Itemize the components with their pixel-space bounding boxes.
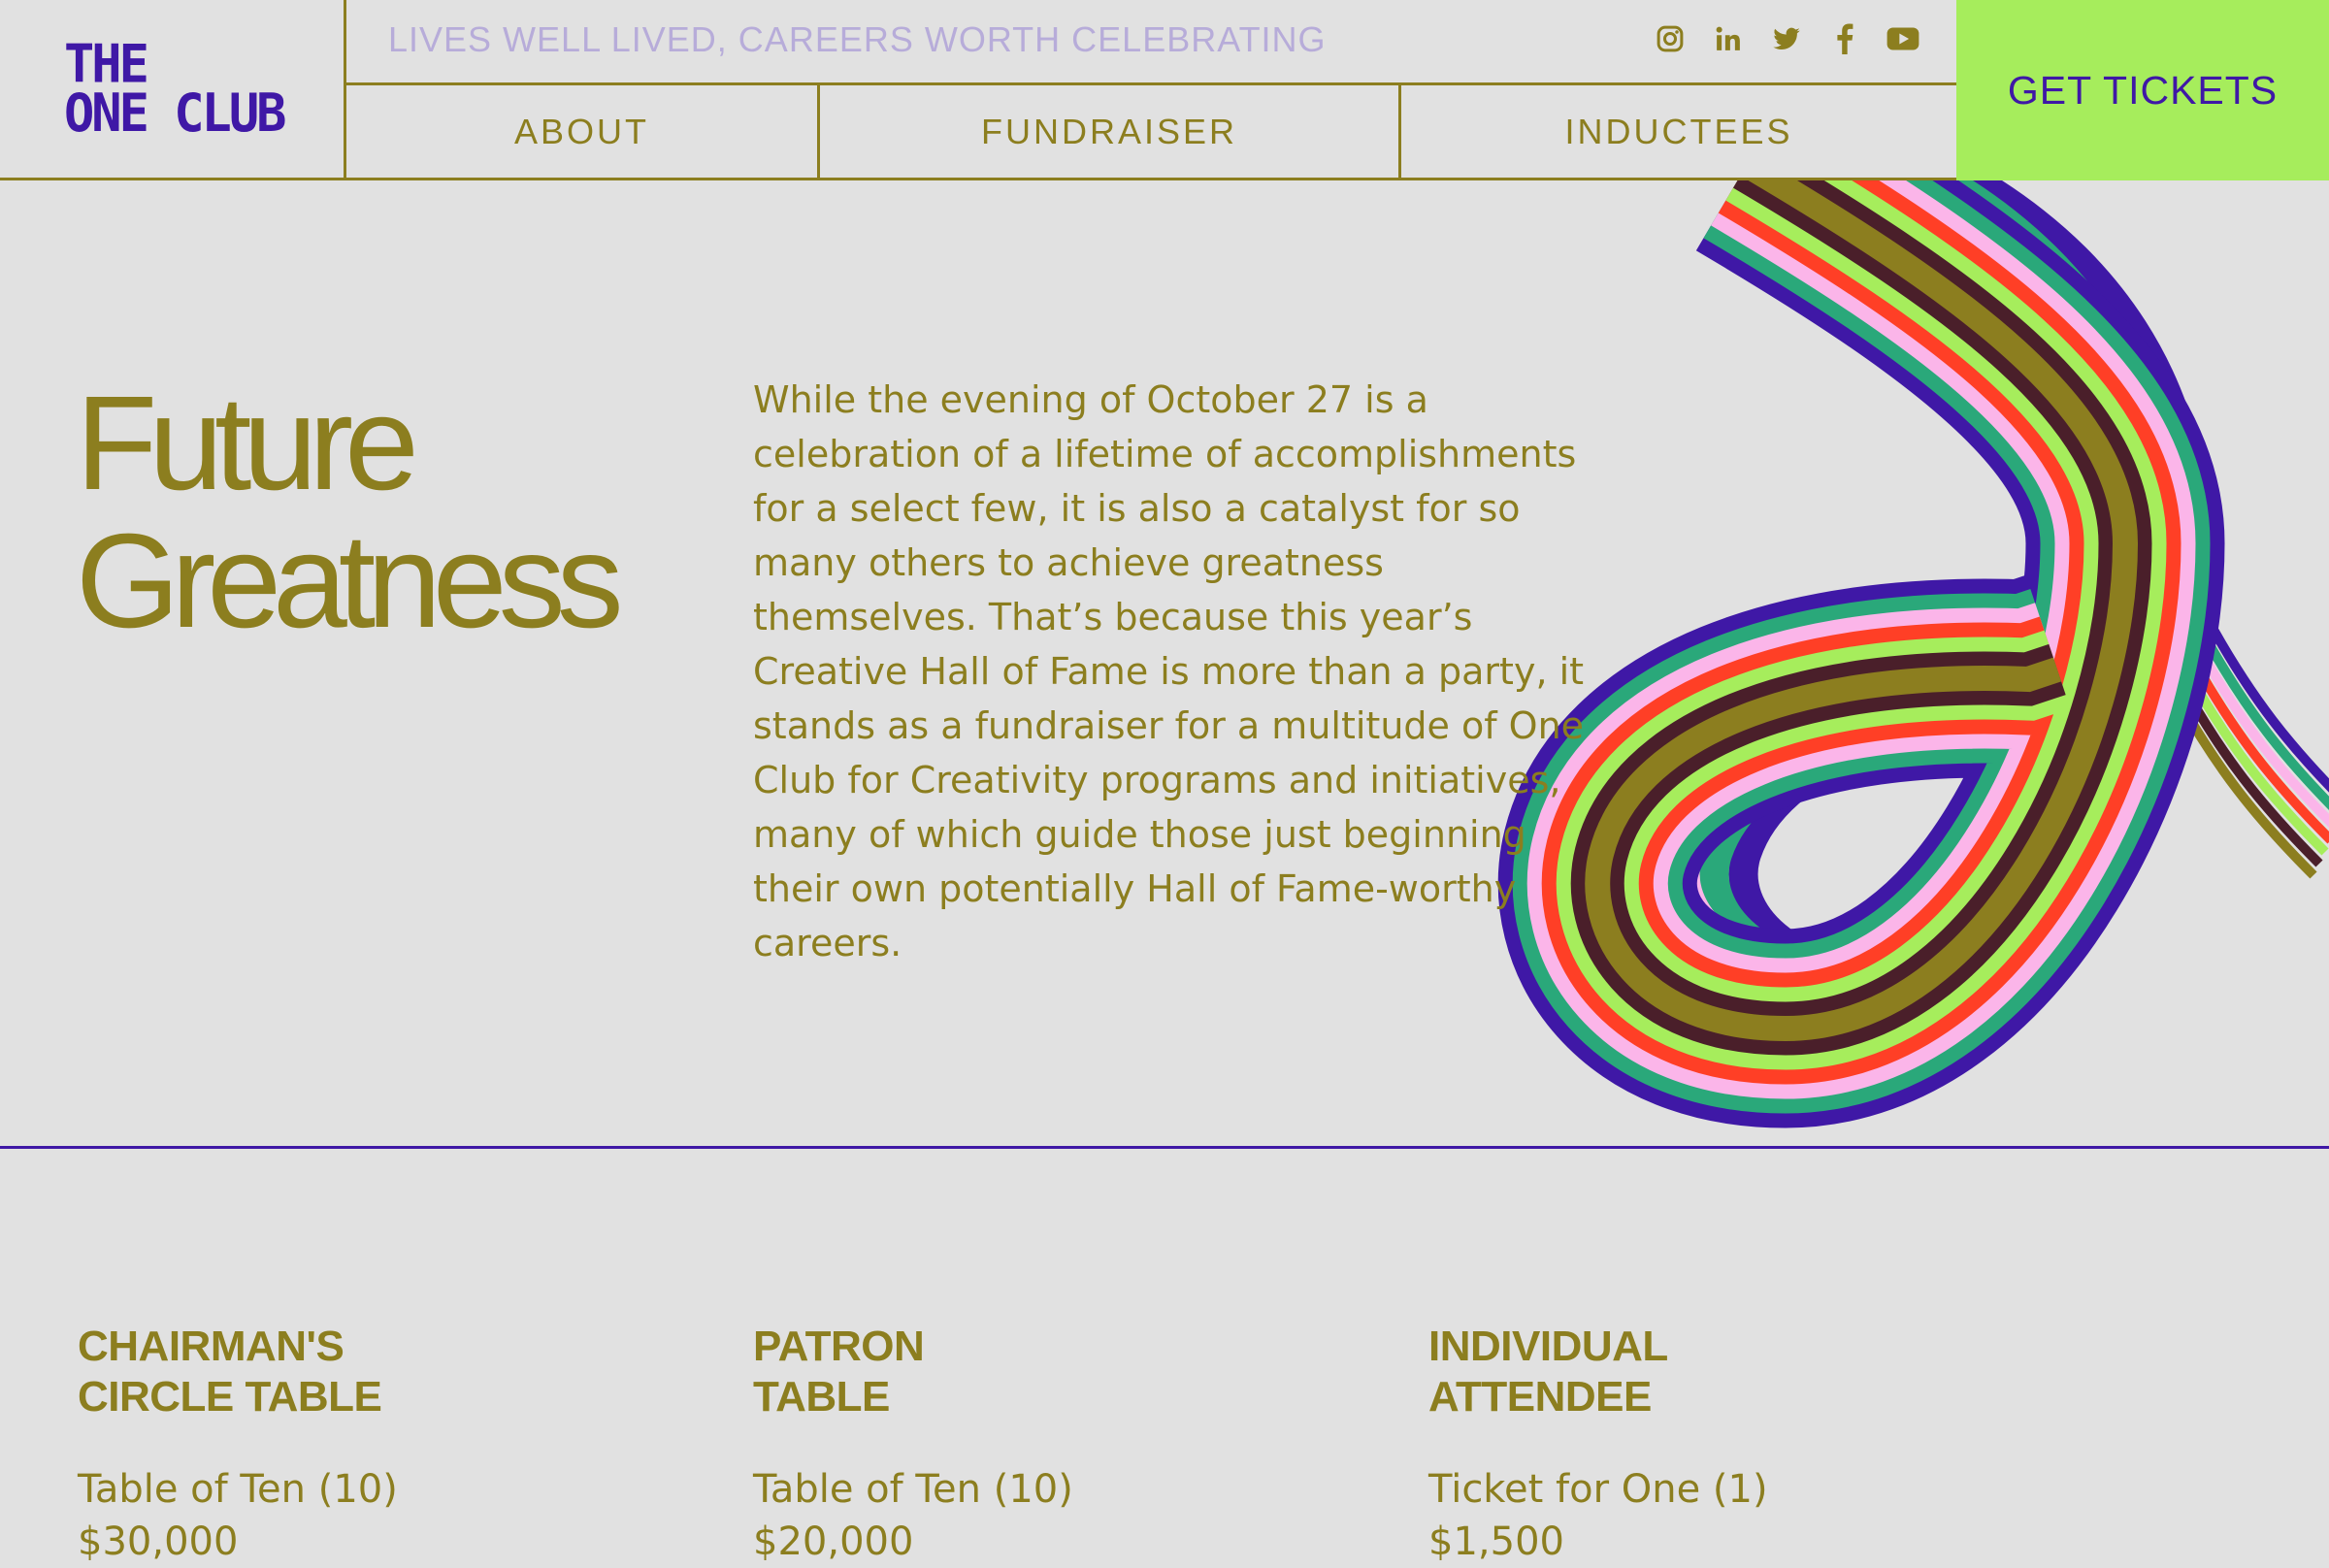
tagline-row: LIVES WELL LIVED, CAREERS WORTH CELEBRAT… [346, 0, 1956, 85]
youtube-icon[interactable] [1886, 22, 1919, 55]
hero-body-text: While the evening of October 27 is a cel… [753, 378, 1585, 964]
tier-chairmans-circle: CHAIRMAN'S CIRCLE TABLE Table of Ten (10… [78, 1322, 699, 1568]
tier-description: Table of Ten (10) [753, 1467, 1073, 1512]
logo-cell: THE ONE CLUB [0, 0, 346, 178]
one-club-logo[interactable]: THE ONE CLUB [64, 34, 286, 145]
section-divider [0, 1146, 2329, 1149]
tier-patron: PATRON TABLE Table of Ten (10) $20,000 [753, 1322, 1374, 1568]
tier-title: INDIVIDUAL ATTENDEE [1428, 1322, 2050, 1422]
main-nav: ABOUT FUNDRAISER INDUCTEES [346, 85, 1956, 178]
tier-title-line-2: TABLE [753, 1373, 890, 1421]
site-header: THE ONE CLUB LIVES WELL LIVED, CAREERS W… [0, 0, 2329, 180]
hero-title: Future Greatness [76, 369, 624, 656]
tier-title-line-2: CIRCLE TABLE [78, 1373, 382, 1421]
nav-item-about[interactable]: ABOUT [346, 85, 820, 178]
facebook-icon[interactable] [1828, 22, 1861, 55]
tier-description: Ticket for One (1) [1428, 1467, 1768, 1512]
tier-price: $20,000 [753, 1519, 914, 1564]
logo-line-1: THE [64, 34, 149, 96]
logo-line-2: ONE CLUB [64, 82, 286, 145]
linkedin-icon[interactable] [1712, 22, 1745, 55]
tier-title: PATRON TABLE [753, 1322, 1374, 1422]
hero-title-line-2: Greatness [76, 506, 624, 656]
hero-title-line-1: Future [76, 369, 419, 518]
tier-title-line-1: PATRON [753, 1323, 925, 1370]
nav-item-fundraiser[interactable]: FUNDRAISER [820, 85, 1401, 178]
tier-description: Table of Ten (10) [78, 1467, 398, 1512]
tier-price: $1,500 [1428, 1519, 1564, 1564]
tier-title-line-1: CHAIRMAN'S [78, 1323, 344, 1370]
tagline: LIVES WELL LIVED, CAREERS WORTH CELEBRAT… [388, 19, 1327, 59]
tier-title: CHAIRMAN'S CIRCLE TABLE [78, 1322, 699, 1422]
get-tickets-button[interactable]: GET TICKETS [1956, 0, 2329, 180]
social-links [1654, 19, 1919, 58]
tier-title-line-2: ATTENDEE [1428, 1373, 1652, 1421]
tier-price: $30,000 [78, 1519, 239, 1564]
tier-individual: INDIVIDUAL ATTENDEE Ticket for One (1) $… [1428, 1322, 2050, 1568]
tier-title-line-1: INDIVIDUAL [1428, 1323, 1668, 1370]
twitter-icon[interactable] [1770, 22, 1803, 55]
nav-item-inductees[interactable]: INDUCTEES [1401, 85, 1956, 178]
instagram-icon[interactable] [1654, 22, 1687, 55]
